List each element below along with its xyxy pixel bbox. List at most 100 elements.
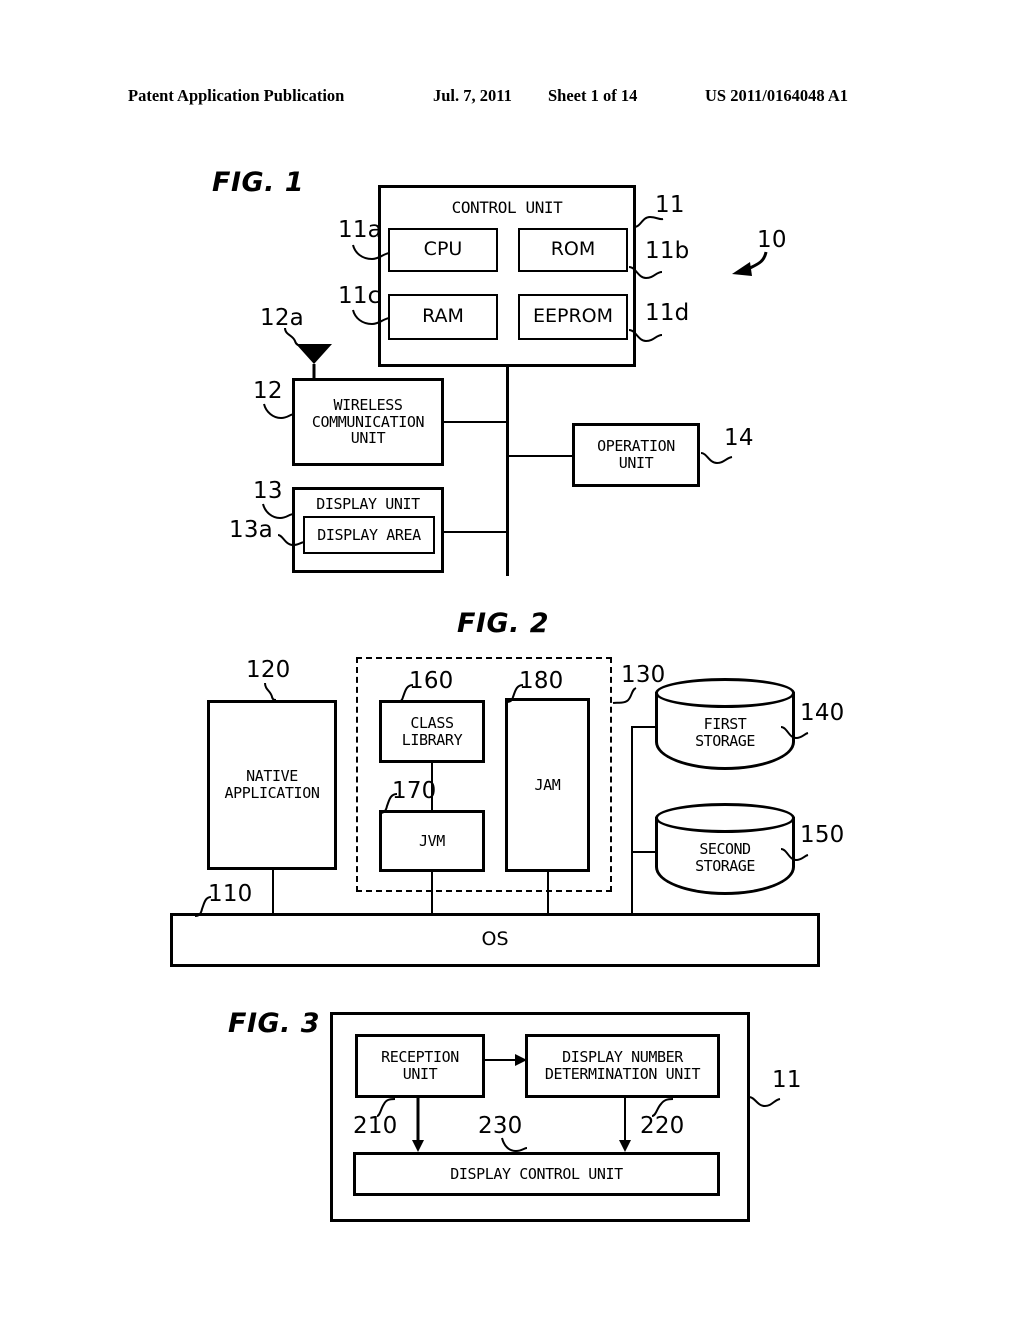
display-control-unit-label: DISPLAY CONTROL UNIT <box>450 1164 623 1183</box>
eeprom-block: EEPROM <box>518 294 628 340</box>
ref-11d: 11d <box>645 300 690 326</box>
fig1-bus-operation <box>506 455 572 457</box>
leader-110 <box>192 896 214 918</box>
control-unit-label: CONTROL UNIT <box>451 198 563 217</box>
first-storage-block: FIRST STORAGE <box>655 678 795 770</box>
leader-140 <box>780 723 810 743</box>
operation-line-2: UNIT <box>618 454 654 472</box>
operation-unit-block: OPERATION UNIT <box>572 423 700 487</box>
second-storage-line-2: STORAGE <box>695 857 755 876</box>
reception-line-2: UNIT <box>402 1065 438 1083</box>
jam-label: JAM <box>534 775 561 794</box>
leader-11 <box>633 215 669 233</box>
leader-160 <box>393 684 417 704</box>
os-block: OS <box>170 913 820 967</box>
ref-120: 120 <box>246 657 291 683</box>
fig1-bus-vertical <box>506 367 509 576</box>
wireless-line-2: COMMUNICATION <box>311 412 425 431</box>
wireless-communication-unit-block: WIRELESS COMMUNICATION UNIT <box>292 378 444 466</box>
display-unit-label: DISPLAY UNIT <box>316 495 420 513</box>
leader-130 <box>611 687 639 709</box>
eeprom-label: EEPROM <box>532 305 614 328</box>
reception-unit-block: RECEPTION UNIT <box>355 1034 485 1098</box>
first-storage-top-ellipse <box>655 678 795 708</box>
native-application-to-os-line <box>272 870 274 913</box>
figure-2-label: FIG. 2 <box>457 608 550 639</box>
reception-line-1: RECEPTION <box>381 1048 459 1067</box>
ref-11c: 11c <box>338 283 381 309</box>
ref-13a: 13a <box>229 517 273 543</box>
leader-11a <box>352 243 392 263</box>
operation-line-1: OPERATION <box>597 437 675 456</box>
display-number-determination-unit-block: DISPLAY NUMBER DETERMINATION UNIT <box>525 1034 720 1098</box>
cpu-block: CPU <box>388 228 498 272</box>
reception-to-display-control-arrow <box>410 1098 426 1154</box>
native-application-block: NATIVE APPLICATION <box>207 700 337 870</box>
leader-12a <box>283 327 309 349</box>
jam-block: JAM <box>505 698 590 872</box>
figure-3-label: FIG. 3 <box>228 1008 321 1039</box>
leader-230 <box>500 1136 528 1156</box>
second-storage-block: SECOND STORAGE <box>655 803 795 895</box>
first-storage-caption: FIRST STORAGE <box>655 715 795 751</box>
determination-to-display-control-arrow <box>617 1098 633 1154</box>
storage-bus-vertical <box>631 726 633 913</box>
leader-11c <box>352 308 392 328</box>
leader-220 <box>650 1098 676 1118</box>
fig1-bus-wireless <box>444 421 508 423</box>
figure-1-label: FIG. 1 <box>212 167 305 198</box>
reception-to-determination-arrow <box>485 1052 529 1068</box>
leader-120 <box>262 682 284 702</box>
display-area-label: DISPLAY AREA <box>317 525 421 544</box>
ref-11a: 11a <box>338 217 382 243</box>
native-line-1: NATIVE <box>246 767 298 786</box>
second-storage-top-ellipse <box>655 803 795 833</box>
determination-line-2: DETERMINATION UNIT <box>544 1065 701 1083</box>
ref-12: 12 <box>253 378 283 404</box>
display-control-unit-block: DISPLAY CONTROL UNIT <box>353 1152 720 1196</box>
ram-block: RAM <box>388 294 498 340</box>
rom-label: ROM <box>550 238 596 261</box>
leader-150 <box>780 845 810 865</box>
display-area-block: DISPLAY AREA <box>303 516 435 554</box>
os-label: OS <box>481 928 509 951</box>
ref-13: 13 <box>253 478 283 504</box>
jam-to-os-line <box>547 872 549 913</box>
leader-11d <box>628 325 664 345</box>
publication-header: Patent Application Publication Jul. 7, 2… <box>0 86 1024 112</box>
leader-11b <box>628 262 664 282</box>
leader-14 <box>700 447 734 467</box>
leader-10-arrow <box>718 248 772 284</box>
class-library-line-1: CLASS <box>410 713 454 732</box>
ref-110: 110 <box>208 881 253 907</box>
rom-block: ROM <box>518 228 628 272</box>
second-storage-line-1: SECOND <box>699 840 751 858</box>
ref-130: 130 <box>621 662 666 688</box>
jvm-to-os-line <box>431 872 433 913</box>
publication-title: Patent Application Publication <box>128 86 345 105</box>
first-storage-line-1: FIRST <box>703 715 747 733</box>
jvm-label: JVM <box>419 831 445 850</box>
leader-12 <box>263 402 297 422</box>
wireless-line-1: WIRELESS <box>333 395 403 414</box>
second-storage-caption: SECOND STORAGE <box>655 840 795 876</box>
wireless-line-3: UNIT <box>350 429 386 448</box>
ref-11b: 11b <box>645 238 690 264</box>
leader-170 <box>377 793 401 815</box>
leader-13a <box>277 531 307 551</box>
patent-number: US 2011/0164048 A1 <box>705 86 849 105</box>
leader-210 <box>375 1098 399 1118</box>
leader-11-fig3 <box>748 1089 782 1109</box>
sheet-number: Sheet 1 of 14 <box>548 86 638 105</box>
jvm-block: JVM <box>379 810 485 872</box>
class-library-line-2: LIBRARY <box>401 730 463 749</box>
publication-date: Jul. 7, 2011 <box>433 86 512 105</box>
determination-line-1: DISPLAY NUMBER <box>562 1048 683 1067</box>
first-storage-line-2: STORAGE <box>695 732 755 751</box>
ram-label: RAM <box>422 305 464 328</box>
class-library-block: CLASS LIBRARY <box>379 700 485 763</box>
leader-180 <box>503 684 527 704</box>
cpu-label: CPU <box>423 238 463 261</box>
fig1-bus-display <box>444 531 508 533</box>
native-line-2: APPLICATION <box>224 784 320 802</box>
